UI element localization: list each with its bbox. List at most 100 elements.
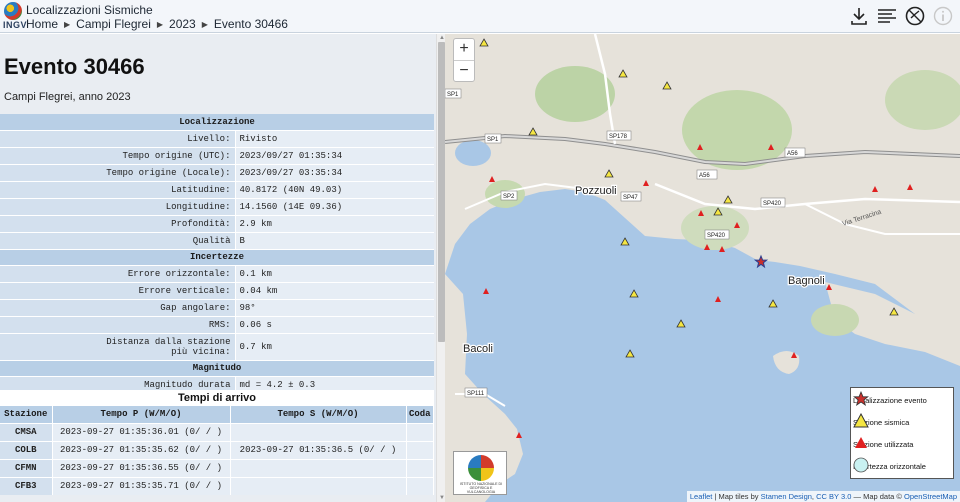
table-row: Tempo origine (UTC): 2023/09/27 01:35:34 <box>0 147 434 165</box>
download-button[interactable] <box>848 5 870 27</box>
row-label: Latitudine: <box>0 181 236 199</box>
row-label: Errore verticale: <box>0 282 236 300</box>
attribution-text: — Map data © <box>853 492 902 501</box>
info-button[interactable] <box>932 5 954 27</box>
place-label-bagnoli: Bagnoli <box>788 275 825 287</box>
table-row: Gap angolare: 98° <box>0 299 434 317</box>
column-header[interactable]: Tempo P (W/M/O) <box>52 406 231 423</box>
road-label: SP2 <box>503 194 515 200</box>
globe-disabled-icon <box>905 6 925 26</box>
legend-item: Incertezza orizzontale <box>853 457 926 475</box>
ingv-badge-caption: ISTITUTO NAZIONALE DI GEOFISICA E VULCAN… <box>459 482 503 494</box>
red-triangle-icon <box>855 437 867 448</box>
place-label-bacoli: Bacoli <box>463 343 493 355</box>
download-icon <box>851 8 867 25</box>
breadcrumb-year[interactable]: 2023 <box>169 17 196 31</box>
section-incertezze: Incertezze <box>0 249 434 266</box>
section-localizzazione: Localizzazione <box>0 114 434 131</box>
row-label: Tempo origine (UTC): <box>0 147 236 165</box>
row-label: Distanza dalla stazione più vicina: <box>0 333 236 361</box>
row-label-line: più vicina: <box>171 346 231 357</box>
attribution-text: | Map tiles by <box>714 492 759 501</box>
column-header[interactable]: Tempo S (W/M/O) <box>230 406 407 423</box>
details-table: Localizzazione Livello: Rivisto Tempo ori… <box>0 114 434 394</box>
p-time-cell: 2023-09-27 01:35:36.55 (0/ / ) <box>52 458 231 477</box>
arrivals-title: Tempi di arrivo <box>0 390 434 406</box>
yellow-triangle-icon <box>853 413 869 428</box>
breadcrumb: Home ▶ Campi Flegrei ▶ 2023 ▶ Evento 304… <box>26 17 288 31</box>
map-toggle-button[interactable] <box>904 5 926 27</box>
row-value: 2023/09/27 01:35:34 <box>235 147 434 165</box>
road-label: SP178 <box>609 134 628 140</box>
breadcrumb-home[interactable]: Home <box>26 17 58 31</box>
scrollbar-thumb[interactable] <box>438 42 445 342</box>
seismic-station-marker[interactable] <box>629 289 639 298</box>
row-label: Livello: <box>0 130 236 148</box>
leaflet-link[interactable]: Leaflet <box>690 492 713 501</box>
legend-item: Stazione sismica <box>853 413 909 431</box>
seismic-station-marker[interactable] <box>625 349 635 358</box>
coda-cell <box>406 422 434 441</box>
table-row: Latitudine: 40.8172 (40N 49.03) <box>0 181 434 199</box>
stamen-link[interactable]: Stamen Design <box>761 492 812 501</box>
coda-cell <box>406 476 434 495</box>
logo-emblem <box>4 2 22 20</box>
header-toolbar <box>848 5 954 27</box>
row-value: 0.04 km <box>235 282 434 300</box>
p-time-cell: 2023-09-27 01:35:36.01 (0/ / ) <box>52 422 231 441</box>
row-value: 0.1 km <box>235 265 434 283</box>
s-time-cell <box>230 458 407 477</box>
row-value: 2023/09/27 03:35:34 <box>235 164 434 182</box>
row-label: RMS: <box>0 316 236 334</box>
column-header[interactable]: Stazione <box>0 406 53 423</box>
used-station-marker[interactable] <box>715 296 721 302</box>
panel-scrollbar[interactable]: ▲ ▼ <box>436 34 445 502</box>
station-cell: CMSA <box>0 422 53 441</box>
table-row: Qualità B <box>0 232 434 250</box>
table-row: Livello: Rivisto <box>0 130 434 148</box>
arrivals-table: Stazione Tempo P (W/M/O) Tempo S (W/M/O)… <box>0 406 434 495</box>
column-header[interactable]: Coda <box>406 406 434 423</box>
map-view[interactable]: SP1 SP1 SP178 A56 A56 SP2 SP47 SP420 SP4… <box>445 34 960 502</box>
row-value: 98° <box>235 299 434 317</box>
row-value: B <box>235 232 434 250</box>
seismic-station-marker[interactable] <box>620 237 630 246</box>
breadcrumb-campi-flegrei[interactable]: Campi Flegrei <box>76 17 151 31</box>
place-label-pozzuoli: Pozzuoli <box>575 185 617 197</box>
row-value: 2.9 km <box>235 215 434 233</box>
list-icon <box>878 9 896 23</box>
zoom-out-button[interactable]: − <box>454 60 474 81</box>
seismic-station-marker[interactable] <box>676 319 686 328</box>
table-row: CFB3 2023-09-27 01:35:35.71 (0/ / ) <box>0 476 434 495</box>
breadcrumb-event: Evento 30466 <box>213 17 288 31</box>
row-value: Rivisto <box>235 130 434 148</box>
ingv-logo[interactable]: INGV <box>3 2 27 31</box>
table-row: Longitudine: 14.1560 (14E 09.36) <box>0 198 434 216</box>
row-label: Tempo origine (Locale): <box>0 164 236 182</box>
seismic-station-marker[interactable] <box>768 299 778 308</box>
event-subtitle: Campi Flegrei, anno 2023 <box>4 91 131 103</box>
road-label: SP420 <box>707 233 726 239</box>
used-station-marker[interactable] <box>483 288 489 294</box>
circle-icon <box>853 457 869 473</box>
row-value: 0.06 s <box>235 316 434 334</box>
lake <box>455 140 491 166</box>
road-label: SP420 <box>763 201 782 207</box>
zoom-control: + − <box>453 38 475 82</box>
list-button[interactable] <box>876 5 898 27</box>
row-label: Errore orizzontale: <box>0 265 236 283</box>
zoom-in-button[interactable]: + <box>454 39 474 60</box>
legend-item: Localizzazione evento <box>853 391 927 409</box>
park-area <box>811 304 859 336</box>
logo-text: INGV <box>3 20 28 30</box>
event-title: Evento 30466 <box>4 54 145 79</box>
coda-cell <box>406 458 434 477</box>
road-label: A56 <box>699 173 710 179</box>
legend-item: Stazione utilizzata <box>853 435 913 453</box>
cc-link[interactable]: CC BY 3.0 <box>816 492 851 501</box>
road-label: SP1 <box>447 92 459 98</box>
station-cell: COLB <box>0 440 53 459</box>
osm-link[interactable]: OpenStreetMap <box>904 492 957 501</box>
map-attribution: Leaflet | Map tiles by Stamen Design, CC… <box>686 491 960 502</box>
table-row: CFMN 2023-09-27 01:35:36.55 (0/ / ) <box>0 458 434 477</box>
